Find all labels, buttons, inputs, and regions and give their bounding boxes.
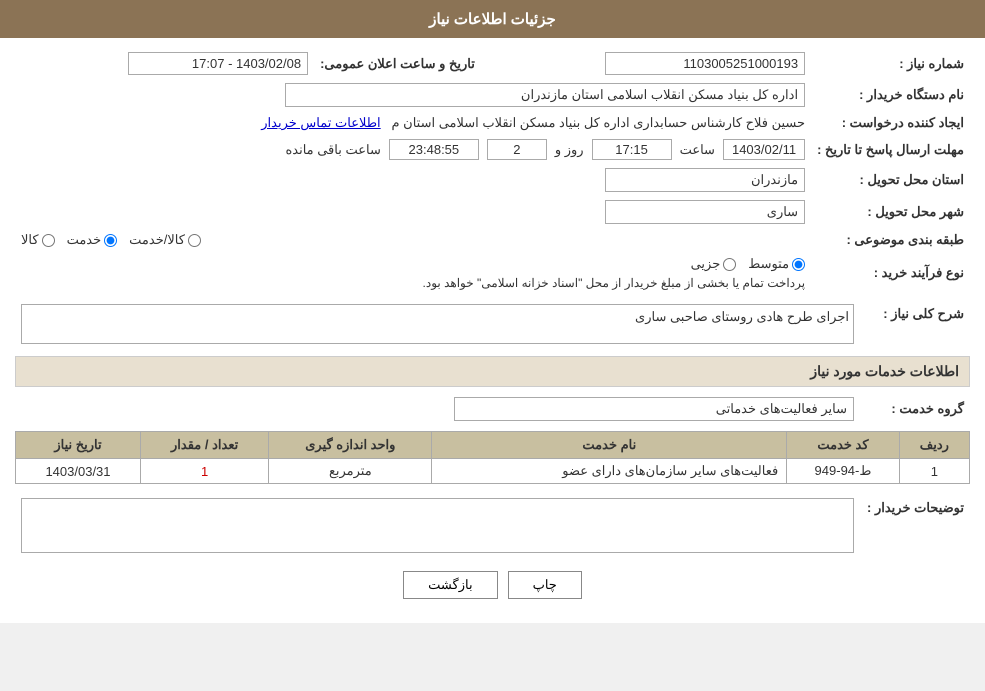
requester-link[interactable]: اطلاعات تماس خریدار — [261, 115, 380, 130]
buyer-notes-label: توضیحات خریدار : — [860, 494, 970, 557]
main-info-table: شماره نیاز : 1103005251000193 تاریخ و سا… — [15, 48, 970, 294]
buyer-notes-section-label: توضیحات خریدار : — [867, 500, 964, 515]
deadline-date-box: 1403/02/11 — [723, 139, 805, 160]
row-requester: ایجاد کننده درخواست : حسین فلاح کارشناس … — [15, 111, 970, 135]
row-city: شهر محل تحویل : ساری — [15, 196, 970, 228]
province-label: استان محل تحویل : — [811, 164, 970, 196]
city-value: ساری — [15, 196, 811, 228]
category-kala[interactable]: کالا — [21, 232, 55, 248]
announce-input-box: 1403/02/08 - 17:07 — [128, 52, 308, 75]
purchase-org-input-box: اداره کل بنیاد مسکن انقلاب اسلامی استان … — [285, 83, 805, 107]
cell-row-num: 1 — [899, 459, 969, 484]
purchase-org-label: نام دستگاه خریدار : — [811, 79, 970, 111]
category-value: کالا/خدمت خدمت کالا — [15, 228, 811, 252]
table-row: 1 ط-94-949 فعالیت‌های سایر سازمان‌های دا… — [16, 459, 970, 484]
col-service-code: کد خدمت — [787, 432, 899, 459]
page-title: جزئیات اطلاعات نیاز — [0, 0, 985, 38]
announce-value: 1403/02/08 - 17:07 — [15, 48, 314, 79]
row-purchase-org: نام دستگاه خریدار : اداره کل بنیاد مسکن … — [15, 79, 970, 111]
number-label: شماره نیاز : — [811, 48, 970, 79]
purchase-type-note: پرداخت تمام یا بخشی از مبلغ خریدار از مح… — [423, 276, 806, 290]
group-service-label: گروه خدمت : — [860, 393, 970, 425]
deadline-remaining-label: ساعت باقی مانده — [285, 142, 380, 158]
purchase-type-group: متوسط جزیی پرداخت تمام یا بخشی از مبلغ خ… — [21, 256, 805, 290]
province-value: مازندران — [15, 164, 811, 196]
deadline-time-label: ساعت — [680, 142, 715, 158]
announce-label: تاریخ و ساعت اعلان عمومی: — [314, 48, 481, 79]
services-table-header-row: ردیف کد خدمت نام خدمت واحد اندازه گیری ت… — [16, 432, 970, 459]
col-qty: تعداد / مقدار — [141, 432, 269, 459]
purchase-type-motavaset[interactable]: متوسط — [748, 256, 805, 272]
purchase-type-jozii[interactable]: جزیی — [691, 256, 737, 272]
category-khadamat[interactable]: خدمت — [67, 232, 118, 248]
buyer-notes-row: توضیحات خریدار : — [15, 494, 970, 557]
requester-value: حسین فلاح کارشناس حسابداری اداره کل بنیا… — [15, 111, 811, 135]
description-row: شرح کلی نیاز : اجرای طرح هادی روستای صاح… — [15, 300, 970, 348]
row-purchase-type: نوع فرآیند خرید : متوسط جزیی پرداخت تمام… — [15, 252, 970, 294]
group-service-row: گروه خدمت : سایر فعالیت‌های خدماتی — [15, 393, 970, 425]
purchase-type-label: نوع فرآیند خرید : — [811, 252, 970, 294]
category-label: طبقه بندی موضوعی : — [811, 228, 970, 252]
col-unit: واحد اندازه گیری — [269, 432, 432, 459]
row-category: طبقه بندی موضوعی : کالا/خدمت خدمت کالا — [15, 228, 970, 252]
purchase-org-value: اداره کل بنیاد مسکن انقلاب اسلامی استان … — [15, 79, 811, 111]
cell-date: 1403/03/31 — [16, 459, 141, 484]
deadline-row: 1403/02/11 ساعت 17:15 روز و 2 23:48:55 س… — [21, 139, 805, 160]
row-deadline: مهلت ارسال پاسخ تا تاریخ : 1403/02/11 سا… — [15, 135, 970, 164]
deadline-days-box: 2 — [487, 139, 547, 160]
requester-text: حسین فلاح کارشناس حسابداری اداره کل بنیا… — [392, 115, 806, 130]
page-wrapper: جزئیات اطلاعات نیاز شماره نیاز : 1103005… — [0, 0, 985, 623]
deadline-remaining-box: 23:48:55 — [389, 139, 479, 160]
buyer-notes-value-cell — [15, 494, 860, 557]
description-label: شرح کلی نیاز : — [860, 300, 970, 348]
content-area: شماره نیاز : 1103005251000193 تاریخ و سا… — [0, 38, 985, 623]
services-table-head: ردیف کد خدمت نام خدمت واحد اندازه گیری ت… — [16, 432, 970, 459]
row-number-announce: شماره نیاز : 1103005251000193 تاریخ و سا… — [15, 48, 970, 79]
group-service-table: گروه خدمت : سایر فعالیت‌های خدماتی — [15, 393, 970, 425]
purchase-type-radios: متوسط جزیی — [691, 256, 806, 272]
description-value-cell: اجرای طرح هادی روستای صاحبی ساری — [15, 300, 860, 348]
back-button[interactable]: بازگشت — [403, 571, 497, 599]
services-section-header: اطلاعات خدمات مورد نیاز — [15, 356, 970, 387]
city-label: شهر محل تحویل : — [811, 196, 970, 228]
buyer-notes-table: توضیحات خریدار : — [15, 494, 970, 557]
purchase-type-value: متوسط جزیی پرداخت تمام یا بخشی از مبلغ خ… — [15, 252, 811, 294]
bottom-buttons: چاپ بازگشت — [15, 571, 970, 599]
deadline-label: مهلت ارسال پاسخ تا تاریخ : — [811, 135, 970, 164]
province-input-box: مازندران — [605, 168, 805, 192]
row-province: استان محل تحویل : مازندران — [15, 164, 970, 196]
category-radio-group: کالا/خدمت خدمت کالا — [21, 232, 805, 248]
col-date: تاریخ نیاز — [16, 432, 141, 459]
deadline-time-box: 17:15 — [592, 139, 672, 160]
services-table-body: 1 ط-94-949 فعالیت‌های سایر سازمان‌های دا… — [16, 459, 970, 484]
category-kala-khadamat[interactable]: کالا/خدمت — [129, 232, 201, 248]
cell-service-name: فعالیت‌های سایر سازمان‌های دارای عضو — [432, 459, 787, 484]
deadline-days-label: روز و — [555, 142, 584, 158]
deadline-value-cell: 1403/02/11 ساعت 17:15 روز و 2 23:48:55 س… — [15, 135, 811, 164]
group-service-value: سایر فعالیت‌های خدماتی — [15, 393, 860, 425]
number-value: 1103005251000193 — [481, 48, 811, 79]
col-row-num: ردیف — [899, 432, 969, 459]
services-table: ردیف کد خدمت نام خدمت واحد اندازه گیری ت… — [15, 431, 970, 484]
description-table: شرح کلی نیاز : اجرای طرح هادی روستای صاح… — [15, 300, 970, 348]
city-input-box: ساری — [605, 200, 805, 224]
buyer-notes-textarea — [21, 498, 854, 553]
col-service-name: نام خدمت — [432, 432, 787, 459]
group-service-input: سایر فعالیت‌های خدماتی — [454, 397, 854, 421]
cell-unit: مترمربع — [269, 459, 432, 484]
description-textarea: اجرای طرح هادی روستای صاحبی ساری — [21, 304, 854, 344]
cell-qty: 1 — [141, 459, 269, 484]
requester-label: ایجاد کننده درخواست : — [811, 111, 970, 135]
cell-service-code: ط-94-949 — [787, 459, 899, 484]
description-section-title: شرح کلی نیاز : — [883, 306, 964, 321]
number-input-box: 1103005251000193 — [605, 52, 805, 75]
print-button[interactable]: چاپ — [508, 571, 582, 599]
